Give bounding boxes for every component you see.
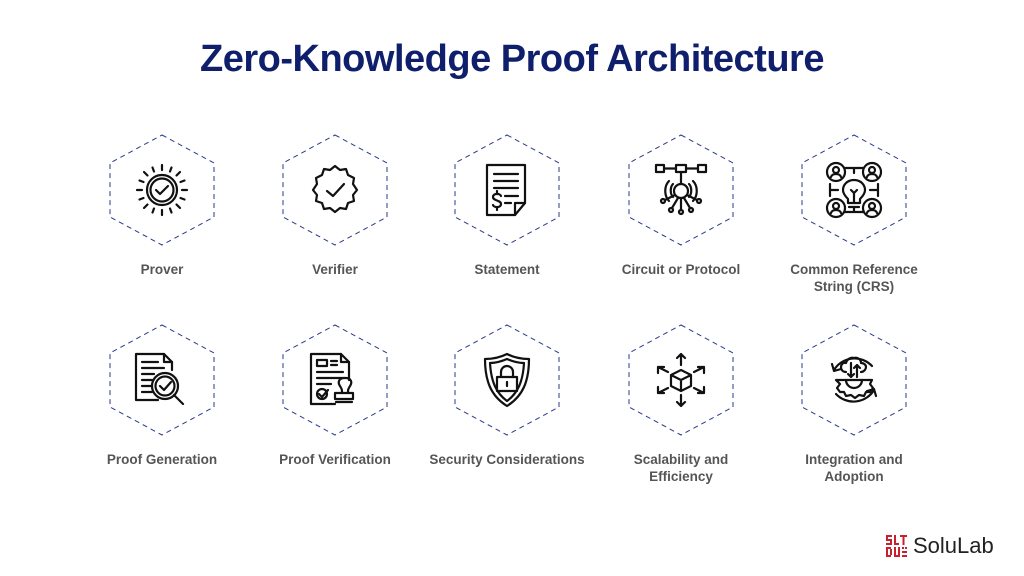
shield-lock-icon [477, 350, 537, 410]
page-title: Zero-Knowledge Proof Architecture [200, 38, 824, 80]
solulab-logo: SoluLab [886, 533, 994, 559]
component-label: Prover [140, 262, 184, 277]
document-dollar-icon [477, 160, 537, 220]
people-lightbulb-icon [824, 160, 884, 220]
component-label: Verifier [312, 262, 358, 277]
component-label: Circuit or Protocol [621, 262, 741, 277]
solulab-logo-icon [886, 535, 907, 557]
cloud-gear-cycle-icon [824, 350, 884, 410]
cube-arrows-icon [651, 350, 711, 410]
document-stamp-icon [305, 350, 365, 410]
document-magnifier-check-icon [132, 350, 192, 410]
sun-check-icon [132, 160, 192, 220]
component-label: Proof Verification [279, 452, 391, 467]
component-label: Common Reference String (CRS) [790, 262, 918, 294]
component-label: Statement [474, 262, 540, 277]
logo-text: SoluLab [913, 533, 994, 558]
component-label: Security Considerations [429, 452, 585, 467]
component-label: Integration and Adoption [805, 452, 903, 484]
component-label: Scalability and Efficiency [633, 452, 729, 484]
verified-badge-icon [305, 160, 365, 220]
circuit-network-icon [651, 160, 711, 220]
component-label: Proof Generation [106, 452, 218, 467]
